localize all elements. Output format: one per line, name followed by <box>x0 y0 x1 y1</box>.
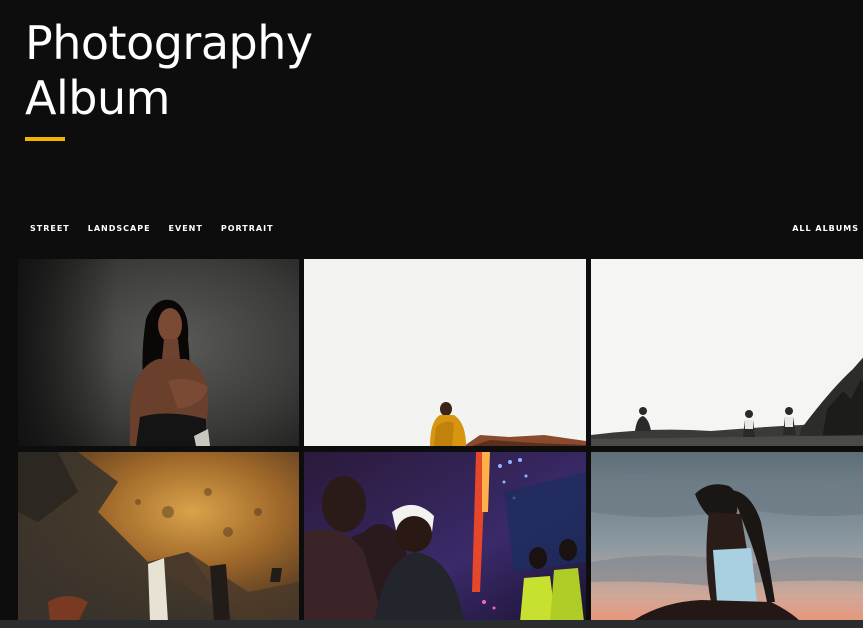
rocky-hill-image <box>591 259 863 446</box>
category-link-landscape[interactable]: LANDSCAPE <box>88 224 151 234</box>
category-link-portrait[interactable]: PORTRAIT <box>221 224 274 234</box>
concert-crowd-image <box>304 452 586 622</box>
bottom-scroll-strip <box>0 620 863 628</box>
category-nav: STREET LANDSCAPE EVENT PORTRAIT <box>30 224 292 234</box>
yellow-hoodie-image <box>304 259 586 446</box>
sunset-woman-image <box>591 452 863 622</box>
photo-tile-rocky-hill[interactable] <box>591 259 863 446</box>
title-accent-bar <box>25 137 65 141</box>
category-link-event[interactable]: EVENT <box>169 224 203 234</box>
photo-tile-portrait-woman[interactable] <box>18 259 299 446</box>
page-title-line-1: Photography <box>25 16 313 70</box>
all-albums-link[interactable]: ALL ALBUMS <box>792 224 859 234</box>
page-title-line-2: Album <box>25 71 170 125</box>
portrait-woman-image <box>18 259 299 446</box>
photo-grid <box>18 259 863 628</box>
photo-tile-concert-crowd[interactable] <box>304 452 586 622</box>
rusted-wall-image <box>18 452 299 622</box>
photo-tile-sunset-woman[interactable] <box>591 452 863 622</box>
photo-tile-rusted-wall[interactable] <box>18 452 299 622</box>
photo-tile-yellow-hoodie[interactable] <box>304 259 586 446</box>
category-link-street[interactable]: STREET <box>30 224 70 234</box>
album-page: Photography Album STREET LANDSCAPE EVENT… <box>0 0 863 628</box>
page-title: Photography Album <box>25 16 313 126</box>
